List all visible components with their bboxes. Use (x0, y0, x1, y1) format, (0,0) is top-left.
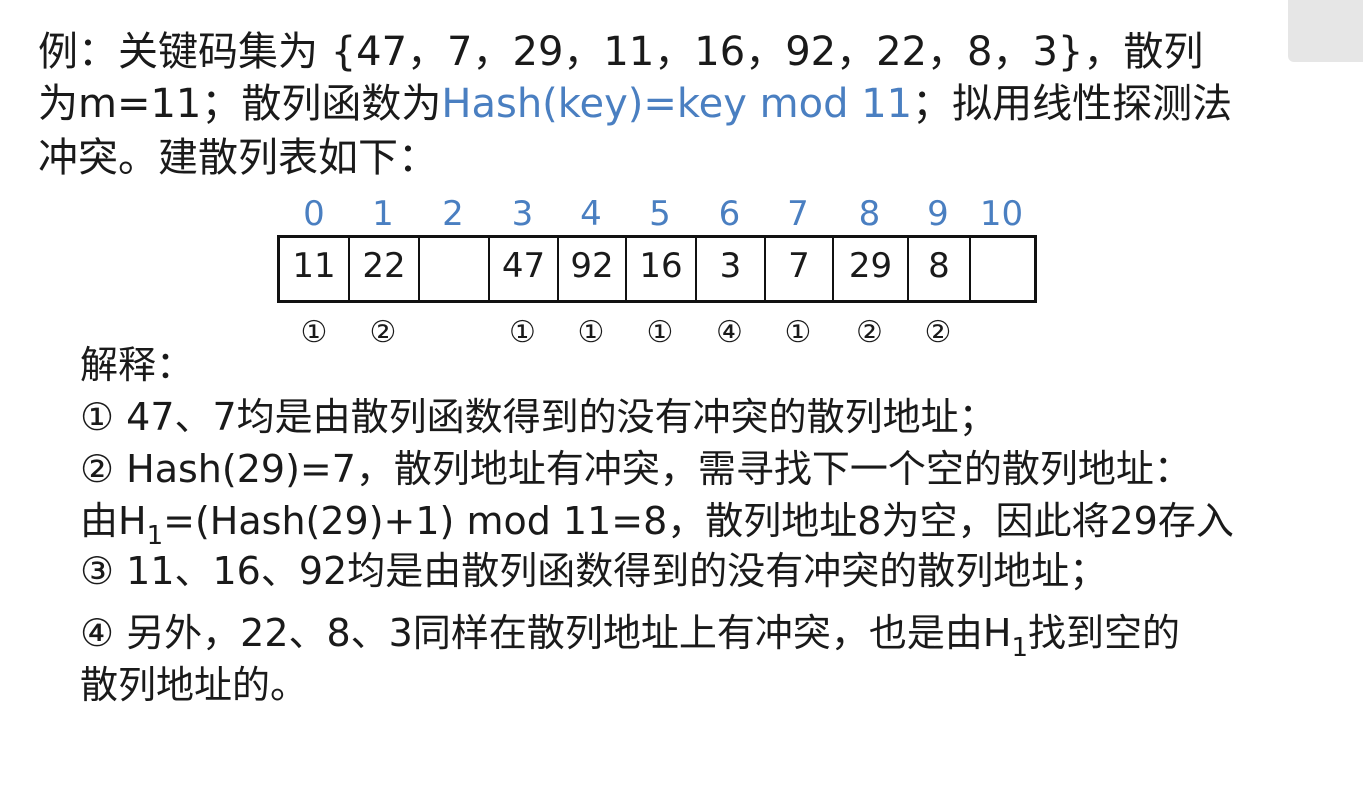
table-cell: 8 (907, 238, 969, 300)
table-cell: 7 (764, 238, 832, 300)
h1-prefix: 由H (80, 499, 147, 543)
table-index: 7 (787, 194, 809, 234)
table-index: 9 (927, 194, 949, 234)
item-4-subscript: 1 (1011, 633, 1028, 663)
hash-table: 11 22 47 92 16 3 7 29 8 (277, 235, 1037, 303)
example-line-2-end: ；拟用线性探测法 (912, 81, 1233, 127)
probe-count: ② (369, 315, 397, 350)
probe-count: ② (856, 315, 883, 350)
table-cell: 16 (625, 238, 695, 300)
item-4-start: ④ 另外，22、8、3同样在散列地址上有冲突，也是由H (80, 611, 1012, 655)
probe-count: ① (784, 315, 812, 350)
table-cell (418, 238, 488, 300)
explanation-item-2: ② Hash(29)=7，散列地址有冲突，需寻找下一个空的散列地址： (80, 447, 1192, 491)
table-index: 8 (858, 194, 881, 234)
probe-count: ④ (716, 315, 743, 350)
table-cell: 11 (292, 246, 336, 286)
explanation-item-1: ① 47、7均是由散列函数得到的没有冲突的散列地址； (80, 395, 997, 439)
corner-overlay (1288, 0, 1363, 62)
explanation-item-4-cont: 散列地址的。 (80, 663, 309, 707)
h1-subscript: 1 (146, 521, 164, 551)
probe-count: ② (924, 315, 952, 350)
explanation-title: 解释： (80, 343, 195, 387)
table-index: 0 (303, 194, 325, 234)
explanation-item-3: ③ 11、16、92均是由散列函数得到的没有冲突的散列地址； (80, 549, 1108, 593)
probe-count: ① (646, 315, 674, 350)
example-line-2: 为m=11；散列函数为Hash(key)=key mod 11；拟用线性探测法 (38, 80, 1232, 128)
table-cell (969, 238, 1034, 300)
table-cell: 3 (695, 238, 764, 300)
hash-function: Hash(key)=key mod 11 (441, 81, 913, 127)
table-cell: 47 (488, 238, 557, 300)
item-4-end: 找到空的 (1027, 611, 1180, 655)
table-index: 3 (511, 194, 534, 234)
example-line-2-start: 为m=11；散列函数为 (38, 81, 442, 127)
probe-count: ① (577, 315, 605, 350)
table-index: 10 (979, 194, 1024, 234)
table-index: 1 (372, 194, 394, 234)
example-line-1: 例：关键码集为 {47，7，29，11，16，92，22，8，3}，散列 (38, 29, 1204, 75)
probe-count: ① (300, 315, 328, 350)
probe-count: ① (509, 315, 536, 350)
table-index: 5 (649, 194, 671, 234)
table-cell: 22 (348, 238, 418, 300)
table-index: 6 (718, 194, 741, 234)
table-cell: 29 (832, 238, 907, 300)
table-index: 4 (580, 194, 602, 234)
table-index: 2 (442, 194, 464, 234)
example-line-3: 冲突。建散列表如下： (38, 135, 438, 181)
h1-formula: =(Hash(29)+1) mod 11=8，散列地址8为空，因此将29存入 (163, 499, 1234, 543)
table-cell: 92 (557, 238, 625, 300)
